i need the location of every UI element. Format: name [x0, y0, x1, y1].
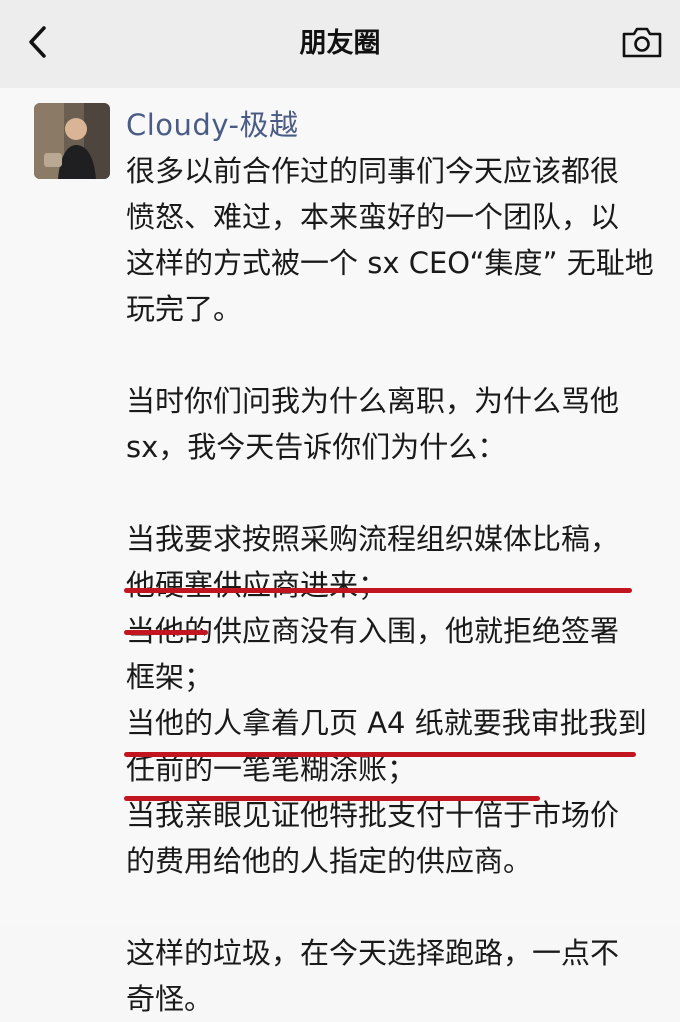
- moments-post: Cloudy-极越 很多以前合作过的同事们今天应该都很 愤怒、难过，本来蛮好的一…: [0, 88, 680, 1016]
- red-underline: [124, 796, 540, 801]
- page-title: 朋友圈: [299, 28, 381, 59]
- post-line: 奇怪。: [126, 982, 214, 1016]
- post-line: 这样的方式被一个 sx CEO“集度” 无耻地: [126, 246, 654, 280]
- navbar: 朋友圈: [0, 0, 680, 88]
- avatar[interactable]: [34, 103, 110, 179]
- post-line: 这样的垃圾，在今天选择跑路，一点不: [126, 936, 620, 970]
- camera-icon[interactable]: [620, 24, 664, 60]
- post-line: 很多以前合作过的同事们今天应该都很: [126, 154, 620, 188]
- post-line: 当时你们问我为什么离职，为什么骂他: [126, 384, 620, 418]
- post-line: 玩完了。: [126, 292, 243, 326]
- red-underline: [124, 588, 632, 593]
- post-line: 当他的人拿着几页 A4 纸就要我审批我到: [126, 706, 647, 740]
- post-line: 当我要求按照采购流程组织媒体比稿，: [126, 522, 620, 556]
- post-line: 愤怒、难过，本来蛮好的一个团队，以: [126, 200, 620, 234]
- post-line: 他硬塞供应商进来；: [126, 568, 388, 602]
- red-underline: [124, 630, 208, 635]
- post-line: 的费用给他的人指定的供应商。: [126, 844, 533, 878]
- post-content: 很多以前合作过的同事们今天应该都很 愤怒、难过，本来蛮好的一个团队，以 这样的方…: [126, 148, 666, 1022]
- red-underline: [124, 752, 636, 757]
- author-name[interactable]: Cloudy-极越: [126, 102, 298, 144]
- post-line: 框架；: [126, 660, 214, 694]
- post-line: sx，我今天告诉你们为什么：: [126, 430, 507, 464]
